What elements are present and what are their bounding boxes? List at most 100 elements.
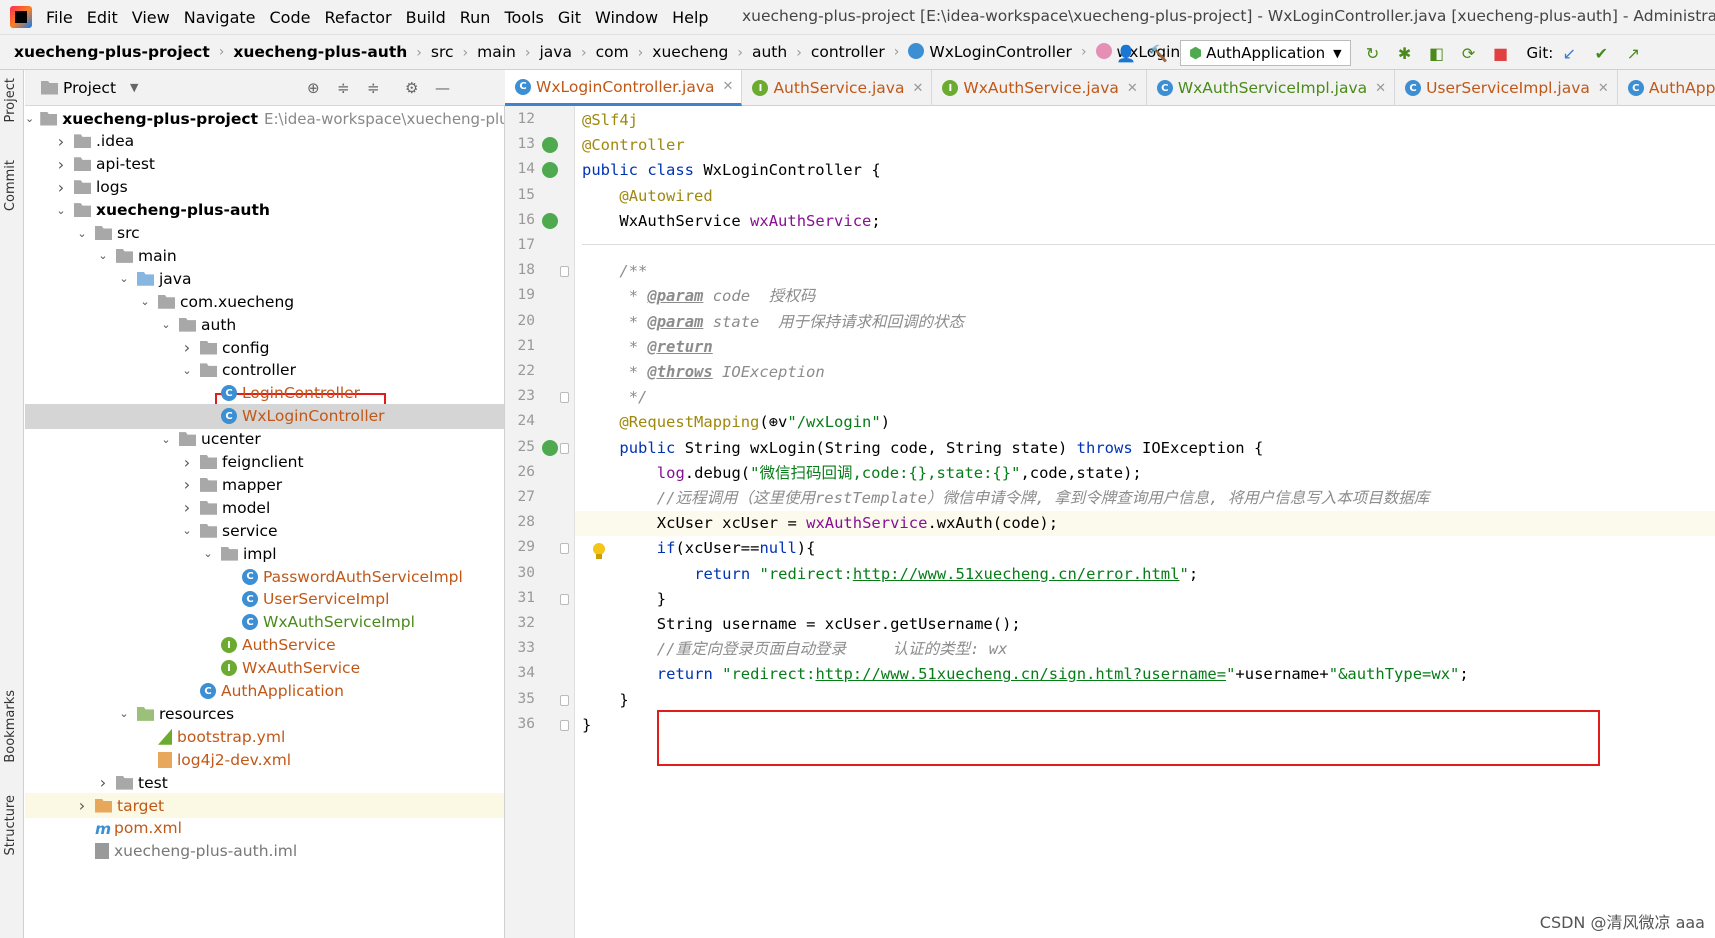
tree-item[interactable]: C WxAuthServiceImpl <box>25 610 504 635</box>
tree-item[interactable]: ⌄ com.xuecheng <box>25 289 504 314</box>
menu-window[interactable]: Window <box>595 8 658 27</box>
url-link[interactable]: http://www.51xuecheng.cn/sign.html?usern… <box>815 665 1226 683</box>
menu-refactor[interactable]: Refactor <box>324 8 391 27</box>
breadcrumb-class[interactable]: WxLoginController <box>908 43 1072 61</box>
breadcrumb-project[interactable]: xuecheng-plus-project <box>14 43 210 61</box>
tree-item[interactable]: log4j2-dev.xml <box>25 747 504 772</box>
tree-item[interactable]: › logs <box>25 175 504 200</box>
breadcrumb-module[interactable]: xuecheng-plus-auth <box>233 43 407 61</box>
chevron-down-icon[interactable]: ⌄ <box>25 112 34 125</box>
close-icon[interactable]: ✕ <box>912 81 923 96</box>
tree-item[interactable]: ⌄ xuecheng-plus-project E:\idea-workspace\… <box>25 106 504 131</box>
rerun-icon[interactable]: ↻ <box>1362 42 1384 64</box>
menu-build[interactable]: Build <box>406 8 446 27</box>
url-link[interactable]: http://www.51xuecheng.cn/error.html <box>853 565 1180 583</box>
editor-tab[interactable]: C UserServiceImpl.java ✕ <box>1395 70 1618 106</box>
tree-item[interactable]: C PasswordAuthServiceImpl <box>25 564 504 589</box>
chevron-down-icon[interactable]: ⌄ <box>180 524 194 537</box>
chevron-right-icon[interactable]: › <box>75 796 89 815</box>
menu-tools[interactable]: Tools <box>504 8 543 27</box>
tree-item[interactable]: m pom.xml <box>25 816 504 841</box>
profile-icon[interactable]: ⟳ <box>1458 42 1480 64</box>
chevron-down-icon[interactable]: ⌄ <box>117 707 131 720</box>
fold-icon[interactable] <box>560 543 569 555</box>
fold-icon[interactable] <box>560 266 569 278</box>
menu-file[interactable]: File <box>46 8 73 27</box>
chevron-right-icon[interactable]: › <box>54 132 68 151</box>
editor-tab[interactable]: C WxLoginController.java ✕ <box>505 70 743 106</box>
chevron-down-icon[interactable]: ⌄ <box>138 295 152 308</box>
editor-tab[interactable]: CAuthApplicatio <box>1618 70 1715 106</box>
tree-item[interactable]: ⌄ java <box>25 266 504 291</box>
chevron-down-icon[interactable]: ⌄ <box>117 272 131 285</box>
user-icon[interactable]: 👤 <box>1115 42 1137 64</box>
chevron-down-icon[interactable]: ⌄ <box>96 249 110 262</box>
intention-bulb-icon[interactable] <box>592 543 606 561</box>
tree-item[interactable]: › model <box>25 495 504 520</box>
code-editor[interactable]: @Slf4j @Controller public class WxLoginCon… <box>575 106 1715 938</box>
tree-item[interactable]: C UserServiceImpl <box>25 587 504 612</box>
tree-item[interactable]: C WxLoginController <box>25 403 504 429</box>
expand-all-icon[interactable]: ≑ <box>337 79 350 97</box>
tree-item[interactable]: bootstrap.yml <box>25 724 504 749</box>
menu-code[interactable]: Code <box>270 8 311 27</box>
menu-view[interactable]: View <box>132 8 170 27</box>
tree-item[interactable]: ⌄ resources <box>25 701 504 726</box>
chevron-down-icon[interactable]: ⌄ <box>75 227 89 240</box>
tree-item[interactable]: › .idea <box>25 129 504 154</box>
collapse-all-icon[interactable]: ≑ <box>367 79 380 97</box>
fold-icon[interactable] <box>560 442 569 454</box>
breadcrumb-item[interactable]: controller <box>811 43 885 61</box>
tree-item[interactable]: › mapper <box>25 472 504 497</box>
commit-tool-tab[interactable]: Commit <box>3 160 18 211</box>
structure-tool-tab[interactable]: Structure <box>3 795 18 855</box>
breadcrumb-item[interactable]: com <box>596 43 629 61</box>
git-update-icon[interactable]: ↙ <box>1558 42 1580 64</box>
coverage-icon[interactable]: ◧ <box>1426 42 1448 64</box>
editor-tab[interactable]: C WxAuthServiceImpl.java ✕ <box>1147 70 1396 106</box>
tree-item[interactable]: ⌄ controller <box>25 358 504 383</box>
project-panel-title[interactable]: Project <box>63 79 116 97</box>
close-icon[interactable]: ✕ <box>723 79 734 94</box>
close-icon[interactable]: ✕ <box>1375 81 1386 96</box>
tree-item[interactable]: ⌄ ucenter <box>25 427 504 452</box>
chevron-down-icon[interactable]: ⌄ <box>159 318 173 331</box>
spring-bean-icon[interactable] <box>542 212 558 229</box>
tree-item[interactable]: › test <box>25 770 504 795</box>
fold-icon[interactable] <box>560 694 569 706</box>
tree-item[interactable]: › feignclient <box>25 450 504 475</box>
chevron-down-icon[interactable]: ⌄ <box>54 204 68 217</box>
hide-icon[interactable]: — <box>435 79 450 97</box>
tree-item[interactable]: xuecheng-plus-auth.iml <box>25 839 504 864</box>
menu-navigate[interactable]: Navigate <box>184 8 256 27</box>
chevron-right-icon[interactable]: › <box>180 498 194 517</box>
breadcrumb-item[interactable]: main <box>477 43 516 61</box>
spring-bean-icon[interactable] <box>542 439 558 456</box>
breadcrumb-item[interactable]: java <box>539 43 571 61</box>
breadcrumb-item[interactable]: auth <box>752 43 787 61</box>
close-icon[interactable]: ✕ <box>1127 81 1138 96</box>
chevron-right-icon[interactable]: › <box>96 773 110 792</box>
chevron-right-icon[interactable]: › <box>180 453 194 472</box>
gear-icon[interactable]: ⚙ <box>405 79 418 97</box>
build-hammer-icon[interactable]: 🔨 <box>1147 42 1169 64</box>
fold-icon[interactable] <box>560 719 569 731</box>
spring-bean-icon[interactable] <box>542 137 558 154</box>
spring-bean-icon[interactable] <box>542 162 558 179</box>
editor-tab[interactable]: I AuthService.java ✕ <box>742 70 933 106</box>
git-commit-icon[interactable]: ✔ <box>1590 42 1612 64</box>
fold-icon[interactable] <box>560 392 569 404</box>
project-tool-tab[interactable]: Project <box>3 78 18 122</box>
breadcrumb-item[interactable]: xuecheng <box>652 43 728 61</box>
menu-help[interactable]: Help <box>672 8 708 27</box>
chevron-down-icon[interactable]: ⌄ <box>201 547 215 560</box>
tree-item[interactable]: I WxAuthService <box>25 656 504 681</box>
locate-icon[interactable]: ⊕ <box>307 79 320 97</box>
tree-item[interactable]: ⌄ src <box>25 221 504 246</box>
tree-item[interactable]: ⌄ main <box>25 243 504 268</box>
close-icon[interactable]: ✕ <box>1598 81 1609 96</box>
fold-icon[interactable] <box>560 593 569 605</box>
bookmarks-tool-tab[interactable]: Bookmarks <box>3 690 18 763</box>
debug-icon[interactable]: ✱ <box>1394 42 1416 64</box>
menu-run[interactable]: Run <box>460 8 491 27</box>
